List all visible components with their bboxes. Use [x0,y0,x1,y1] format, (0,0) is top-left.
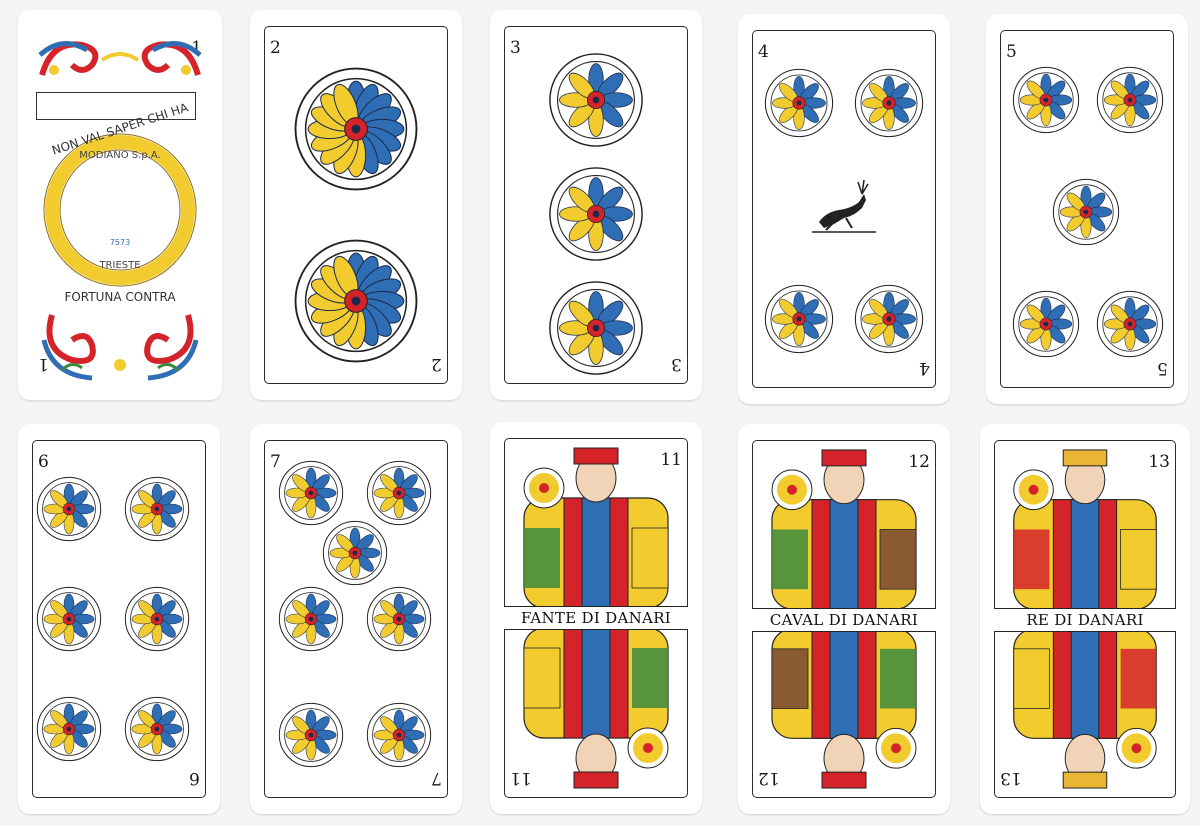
card-index-top: 11 [660,450,682,470]
coin-icon [548,52,644,148]
card-index-top: 4 [758,42,769,62]
coin-icon [764,284,834,354]
card-index-bottom: 7 [431,768,442,788]
coin-icon [278,460,344,526]
coin-icon [1096,66,1164,134]
coin-icon [278,586,344,652]
ace-motto-bottom: FORTUNA CONTRA [64,290,176,304]
card-index-bottom: 3 [671,354,682,374]
coin-icon [854,68,924,138]
card-seven-of-coins: 7 7 [250,424,462,814]
coin-icon [36,586,102,652]
card-five-of-coins: 5 5 [986,14,1188,404]
card-index-top: 12 [908,452,930,472]
card-fante-di-danari: 11 11 FANTE DI DANARI [490,422,702,814]
coin-icon [548,280,644,376]
court-name-banner: FANTE DI DANARI [504,606,688,630]
coin-icon [1096,290,1164,358]
coin-icon [278,702,344,768]
card-ace-of-coins: 1 1 NON VAL SAPER CHI HA MODIANO S.p.A. … [18,10,222,400]
coin-icon [366,460,432,526]
coin-icon [36,476,102,542]
card-index-bottom: 12 [758,768,780,788]
card-index-bottom: 5 [1157,358,1168,378]
coin-icon [124,586,190,652]
coin-icon [124,476,190,542]
coin-icon [366,586,432,652]
coin-icon [366,702,432,768]
coin-icon [293,66,419,192]
coin-icon [293,238,419,364]
card-index-top: 13 [1148,452,1170,472]
coin-icon [854,284,924,354]
coin-icon [322,520,388,586]
coin-icon [764,68,834,138]
ace-maker: MODIANO S.p.A. [79,150,161,161]
coin-icon [36,696,102,762]
coin-icon [1012,290,1080,358]
card-index-bottom: 11 [510,768,532,788]
card-index-bottom: 2 [431,354,442,374]
coin-icon [1012,66,1080,134]
leaping-stag-icon [812,179,876,233]
ace-city: TRIESTE [99,260,141,271]
coin-icon [1052,178,1120,246]
card-index-top: 2 [270,38,281,58]
card-re-di-danari: 13 13 RE DI DANARI [980,424,1190,814]
card-six-of-coins: 6 6 [18,424,220,814]
card-index-bottom: 4 [919,358,930,378]
card-three-of-coins: 3 3 [490,10,702,400]
court-name-banner: RE DI DANARI [994,608,1176,632]
card-four-of-coins: 4 4 [738,14,950,404]
ace-code: 7573 [109,238,131,247]
coin-icon [124,696,190,762]
coin-icon [548,166,644,262]
card-index-top: 6 [38,452,49,472]
card-caval-di-danari: 12 12 CAVAL DI DANARI [738,424,950,814]
court-name-banner: CAVAL DI DANARI [752,608,936,632]
card-index-top: 3 [510,38,521,58]
card-index-bottom: 6 [189,768,200,788]
ace-ornament-bottom-icon [41,314,199,381]
card-two-of-coins: 2 2 [250,10,462,400]
ace-ornament-top-icon [38,41,202,76]
card-index-top: 5 [1006,42,1017,62]
ace-ring-icon [43,133,197,287]
card-index-bottom: 13 [1000,768,1022,788]
